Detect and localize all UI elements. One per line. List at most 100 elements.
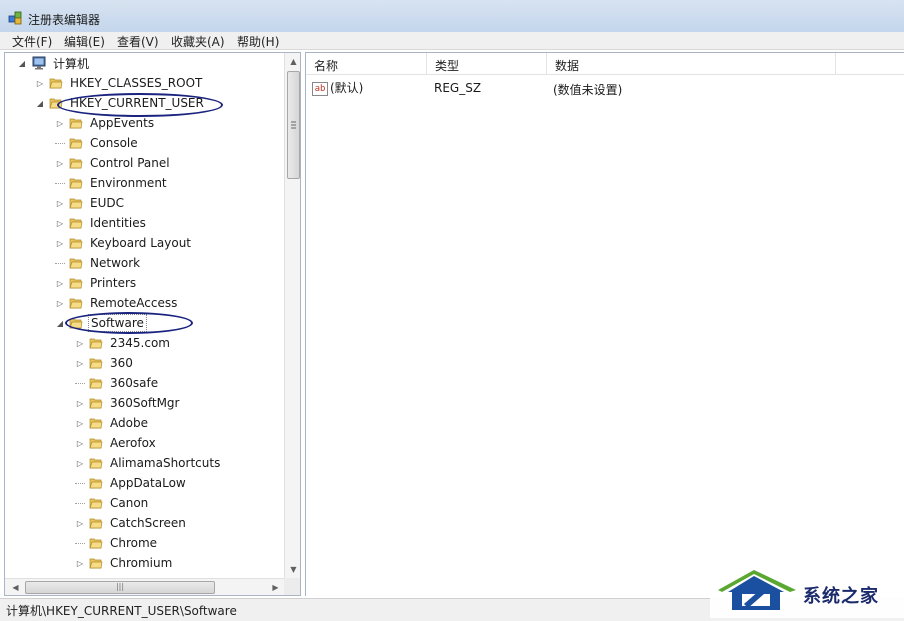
value-row[interactable]: ab (默认)	[312, 79, 363, 96]
tree-item[interactable]: 360safe	[75, 373, 160, 393]
tree-item[interactable]: ▷ Adobe	[75, 413, 150, 433]
watermark-logo: 系统之家	[710, 568, 904, 618]
collapse-arrow-icon[interactable]: ▷	[75, 518, 85, 528]
folder-icon	[69, 118, 83, 129]
folder-icon	[89, 458, 103, 469]
tree-item[interactable]: ▷ Control Panel	[55, 153, 172, 173]
tree-item-label: 360safe	[110, 376, 159, 390]
tree-item-label: Chrome	[110, 536, 158, 550]
folder-icon	[89, 418, 103, 429]
folder-icon	[89, 398, 103, 409]
collapse-arrow-icon[interactable]: ▷	[35, 78, 45, 88]
scroll-thumb[interactable]	[287, 71, 300, 179]
computer-icon	[32, 56, 46, 70]
tree-item-label: HKEY_CLASSES_ROOT	[70, 76, 203, 90]
collapse-arrow-icon[interactable]: ▷	[75, 558, 85, 568]
tree-item[interactable]: Network	[55, 253, 142, 273]
tree-item-label: Network	[90, 256, 141, 270]
folder-icon	[89, 438, 103, 449]
ab-string-icon: ab	[312, 81, 328, 96]
tree-item[interactable]: ▷ 360	[75, 353, 135, 373]
menu-view[interactable]: 查看(V)	[117, 33, 159, 50]
tree-item-label: Control Panel	[90, 156, 170, 170]
tree-item[interactable]: AppDataLow	[75, 473, 188, 493]
collapse-arrow-icon[interactable]: ▷	[55, 278, 65, 288]
folder-icon	[69, 158, 83, 169]
menu-favorites[interactable]: 收藏夹(A)	[171, 33, 225, 50]
tree-item-label: AppEvents	[90, 116, 155, 130]
collapse-arrow-icon[interactable]: ▷	[75, 398, 85, 408]
folder-icon	[69, 218, 83, 229]
folder-icon	[89, 518, 103, 529]
folder-icon	[89, 558, 103, 569]
collapse-arrow-icon[interactable]: ▷	[55, 238, 65, 248]
tree-item-computer[interactable]: ◢ 计算机	[17, 53, 91, 73]
tree-connector	[55, 142, 65, 144]
tree-vertical-scrollbar[interactable]: ▲ ▼	[284, 53, 300, 578]
tree-item[interactable]: ▷ CatchScreen	[75, 513, 188, 533]
menu-edit[interactable]: 编辑(E)	[64, 33, 105, 50]
expand-arrow-icon[interactable]: ◢	[35, 98, 45, 108]
expand-arrow-icon[interactable]: ◢	[55, 318, 65, 328]
tree-item[interactable]: ▷ Chromium	[75, 553, 174, 573]
values-list[interactable]: 名称 类型 数据 ab (默认) REG_SZ (数值未设置)	[305, 52, 904, 596]
tree-item[interactable]: ▷ EUDC	[55, 193, 126, 213]
column-header-name[interactable]: 名称	[306, 53, 427, 75]
column-header-type[interactable]: 类型	[427, 53, 547, 75]
value-name: (默认)	[330, 81, 364, 95]
collapse-arrow-icon[interactable]: ▷	[75, 358, 85, 368]
scroll-thumb[interactable]: |||	[25, 581, 215, 594]
tree-item[interactable]: Environment	[55, 173, 169, 193]
scroll-up-icon[interactable]: ▲	[285, 53, 300, 70]
tree-connector	[75, 382, 85, 384]
expand-arrow-icon[interactable]: ◢	[17, 58, 27, 68]
collapse-arrow-icon[interactable]: ▷	[55, 298, 65, 308]
tree-item[interactable]: Console	[55, 133, 140, 153]
highlight-ellipse	[57, 93, 223, 117]
collapse-arrow-icon[interactable]: ▷	[55, 218, 65, 228]
tree-item[interactable]: ▷ 2345.com	[75, 333, 172, 353]
tree-item-label: AlimamaShortcuts	[110, 456, 221, 470]
scroll-down-icon[interactable]: ▼	[285, 561, 300, 578]
menu-help[interactable]: 帮助(H)	[237, 33, 279, 50]
folder-icon	[89, 538, 103, 549]
tree-item[interactable]: Chrome	[75, 533, 159, 553]
tree-item[interactable]: ▷ 360SoftMgr	[75, 393, 182, 413]
tree-item-label: 360SoftMgr	[110, 396, 180, 410]
tree-item[interactable]: ▷ Printers	[55, 273, 138, 293]
tree-item-label: Keyboard Layout	[90, 236, 192, 250]
collapse-arrow-icon[interactable]: ▷	[55, 158, 65, 168]
tree-item[interactable]: ▷ Identities	[55, 213, 148, 233]
tree-item[interactable]: ▷ Aerofox	[75, 433, 158, 453]
collapse-arrow-icon[interactable]: ▷	[75, 338, 85, 348]
tree-connector	[75, 502, 85, 504]
collapse-arrow-icon[interactable]: ▷	[75, 438, 85, 448]
status-path: 计算机\HKEY_CURRENT_USER\Software	[6, 604, 237, 618]
collapse-arrow-icon[interactable]: ▷	[55, 118, 65, 128]
tree-horizontal-scrollbar[interactable]: ◀ ||| ▶	[5, 578, 284, 595]
regedit-icon	[8, 11, 22, 25]
tree-item[interactable]: ▷ HKEY_CLASSES_ROOT	[35, 73, 204, 93]
column-header-data[interactable]: 数据	[547, 53, 836, 75]
tree-item[interactable]: ▷ Keyboard Layout	[55, 233, 193, 253]
tree-item-label: AppDataLow	[110, 476, 186, 490]
folder-icon	[89, 498, 103, 509]
tree-item-label: Printers	[90, 276, 137, 290]
collapse-arrow-icon[interactable]: ▷	[75, 458, 85, 468]
tree-item-label: Console	[90, 136, 138, 150]
menu-file[interactable]: 文件(F)	[12, 33, 52, 50]
scroll-left-icon[interactable]: ◀	[7, 579, 24, 595]
folder-icon	[69, 198, 83, 209]
scroll-right-icon[interactable]: ▶	[267, 579, 284, 595]
collapse-arrow-icon[interactable]: ▷	[55, 198, 65, 208]
watermark-text: 系统之家	[803, 586, 879, 607]
folder-icon	[49, 78, 63, 89]
value-type: REG_SZ	[434, 81, 482, 95]
collapse-arrow-icon[interactable]: ▷	[75, 418, 85, 428]
registry-tree[interactable]: ◢ 计算机 ▷ HKEY_CLASSES_ROOT ◢ HKEY_CURRENT_US…	[4, 52, 301, 596]
tree-connector	[55, 182, 65, 184]
scroll-corner	[284, 578, 300, 595]
tree-item[interactable]: ▷ RemoteAccess	[55, 293, 179, 313]
tree-item[interactable]: Canon	[75, 493, 150, 513]
tree-item[interactable]: ▷ AlimamaShortcuts	[75, 453, 222, 473]
